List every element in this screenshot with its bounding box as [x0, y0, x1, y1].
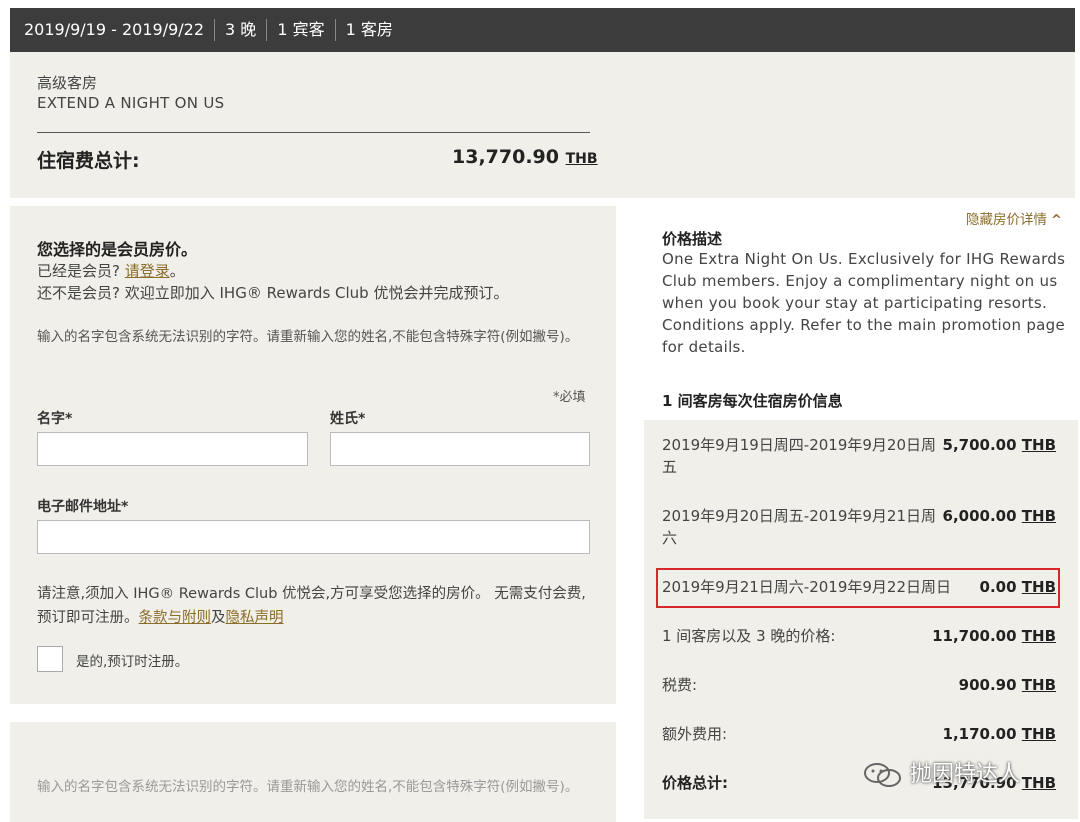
grand-total-label: 价格总计: [662, 774, 728, 792]
enroll-checkbox-label: 是的,预订时注册。 [76, 654, 189, 670]
currency-link[interactable]: THB [1022, 627, 1056, 645]
nightly-amount-value: 5,700.00 [942, 436, 1017, 454]
stay-total-value: 13,770.90 [452, 146, 559, 168]
stay-total-amount: 13,770.90 THB [452, 146, 598, 168]
currency-link[interactable]: THB [1022, 507, 1056, 525]
subtotal-label: 1 间客房以及 3 晚的价格: [662, 627, 836, 645]
currency-link[interactable]: THB [1022, 774, 1056, 792]
email-field[interactable] [37, 520, 590, 554]
wechat-icon [864, 763, 901, 787]
guests-count: 1 宾客 [267, 19, 336, 41]
privacy-link[interactable]: 隐私声明 [226, 610, 284, 626]
login-suffix: 。 [169, 262, 185, 280]
tax-value: 900.90 [958, 676, 1017, 694]
fees-label: 额外费用: [662, 725, 728, 743]
currency-link[interactable]: THB [1022, 725, 1056, 743]
member-rate-form: 您选择的是会员房价。 已经是会员? 请登录。 还不是会员? 欢迎立即加入 IHG… [10, 206, 616, 704]
watermark: 抛因特达人 [862, 756, 1020, 788]
membership-notice-text: 请注意,须加入 IHG® Rewards Club 优悦会,方可享受您选择的房价… [37, 586, 586, 626]
chevron-up-icon: ^ [1051, 213, 1062, 228]
second-guest-panel: 输入的名字包含系统无法识别的字符。请重新输入您的姓名,不能包含特殊字符(例如撇号… [10, 722, 616, 822]
subtotal-value: 11,700.00 [932, 627, 1017, 645]
currency-link[interactable]: THB [1022, 676, 1056, 694]
rate-name: EXTEND A NIGHT ON US [37, 94, 225, 112]
membership-notice: 请注意,须加入 IHG® Rewards Club 优悦会,方可享受您选择的房价… [37, 582, 592, 630]
currency-link[interactable]: THB [566, 151, 598, 167]
price-details-panel: 隐藏房价详情 ^ 价格描述 One Extra Night On Us. Excl… [644, 200, 1078, 819]
last-name-field[interactable] [330, 432, 590, 466]
nightly-date-range: 2019年9月20日周五-2019年9月21日周六 [662, 507, 937, 547]
fees-amount: 1,170.00 THB [943, 723, 1056, 745]
room-summary-panel: 高级客房 EXTEND A NIGHT ON US 住宿费总计: 13,770.… [10, 52, 1075, 198]
per-night-title: 1 间客房每次住宿房价信息 [662, 392, 843, 410]
room-type: 高级客房 [37, 74, 98, 92]
tax-amount: 900.90 THB [959, 674, 1056, 696]
nightly-amount: 5,700.00 THB [943, 434, 1056, 456]
terms-link[interactable]: 条款与附则 [139, 610, 212, 626]
already-member-text: 已经是会员? [37, 262, 120, 280]
name-error-notice: 输入的名字包含系统无法识别的字符。请重新输入您的姓名,不能包含特殊字符(例如撇号… [37, 329, 579, 345]
last-name-label: 姓氏* [330, 411, 366, 427]
nights-count: 3 晚 [215, 19, 268, 41]
fees-value: 1,170.00 [942, 725, 1017, 743]
and-text: 及 [211, 610, 226, 626]
name-error-notice-2: 输入的名字包含系统无法识别的字符。请重新输入您的姓名,不能包含特殊字符(例如撇号… [37, 779, 579, 795]
watermark-text: 抛因特达人 [910, 762, 1021, 787]
email-label: 电子邮件地址* [37, 499, 129, 515]
divider [37, 132, 590, 133]
rooms-count: 1 客房 [345, 20, 393, 39]
hide-rate-details-label: 隐藏房价详情 [966, 212, 1047, 228]
stay-dates: 2019/9/19 - 2019/9/22 [10, 19, 216, 41]
enroll-checkbox[interactable] [37, 646, 63, 672]
join-prompt: 还不是会员? 欢迎立即加入 IHG® Rewards Club 优悦会并完成预订… [37, 284, 509, 302]
nightly-amount: 6,000.00 THB [943, 505, 1056, 527]
already-member-line: 已经是会员? 请登录。 [37, 260, 185, 281]
nightly-date-range: 2019年9月19日周四-2019年9月20日周五 [662, 436, 937, 476]
stay-total-label: 住宿费总计: [37, 150, 140, 172]
form-title: 您选择的是会员房价。 [37, 240, 198, 259]
price-description-title: 价格描述 [662, 230, 723, 248]
price-description-text: One Extra Night On Us. Exclusively for I… [662, 250, 1066, 356]
highlight-box [656, 568, 1060, 608]
currency-link[interactable]: THB [1022, 436, 1056, 454]
nightly-amount-value: 6,000.00 [942, 507, 1017, 525]
booking-summary-bar: 2019/9/19 - 2019/9/22 3 晚 1 宾客 1 客房 [10, 8, 1075, 52]
first-name-field[interactable] [37, 432, 308, 466]
hide-rate-details-link[interactable]: 隐藏房价详情 ^ [966, 208, 1062, 228]
tax-label: 税费: [662, 676, 698, 694]
login-link[interactable]: 请登录 [125, 262, 170, 280]
first-name-label: 名字* [37, 411, 73, 427]
required-note: *必填 [553, 390, 586, 405]
subtotal-amount: 11,700.00 THB [932, 625, 1056, 647]
